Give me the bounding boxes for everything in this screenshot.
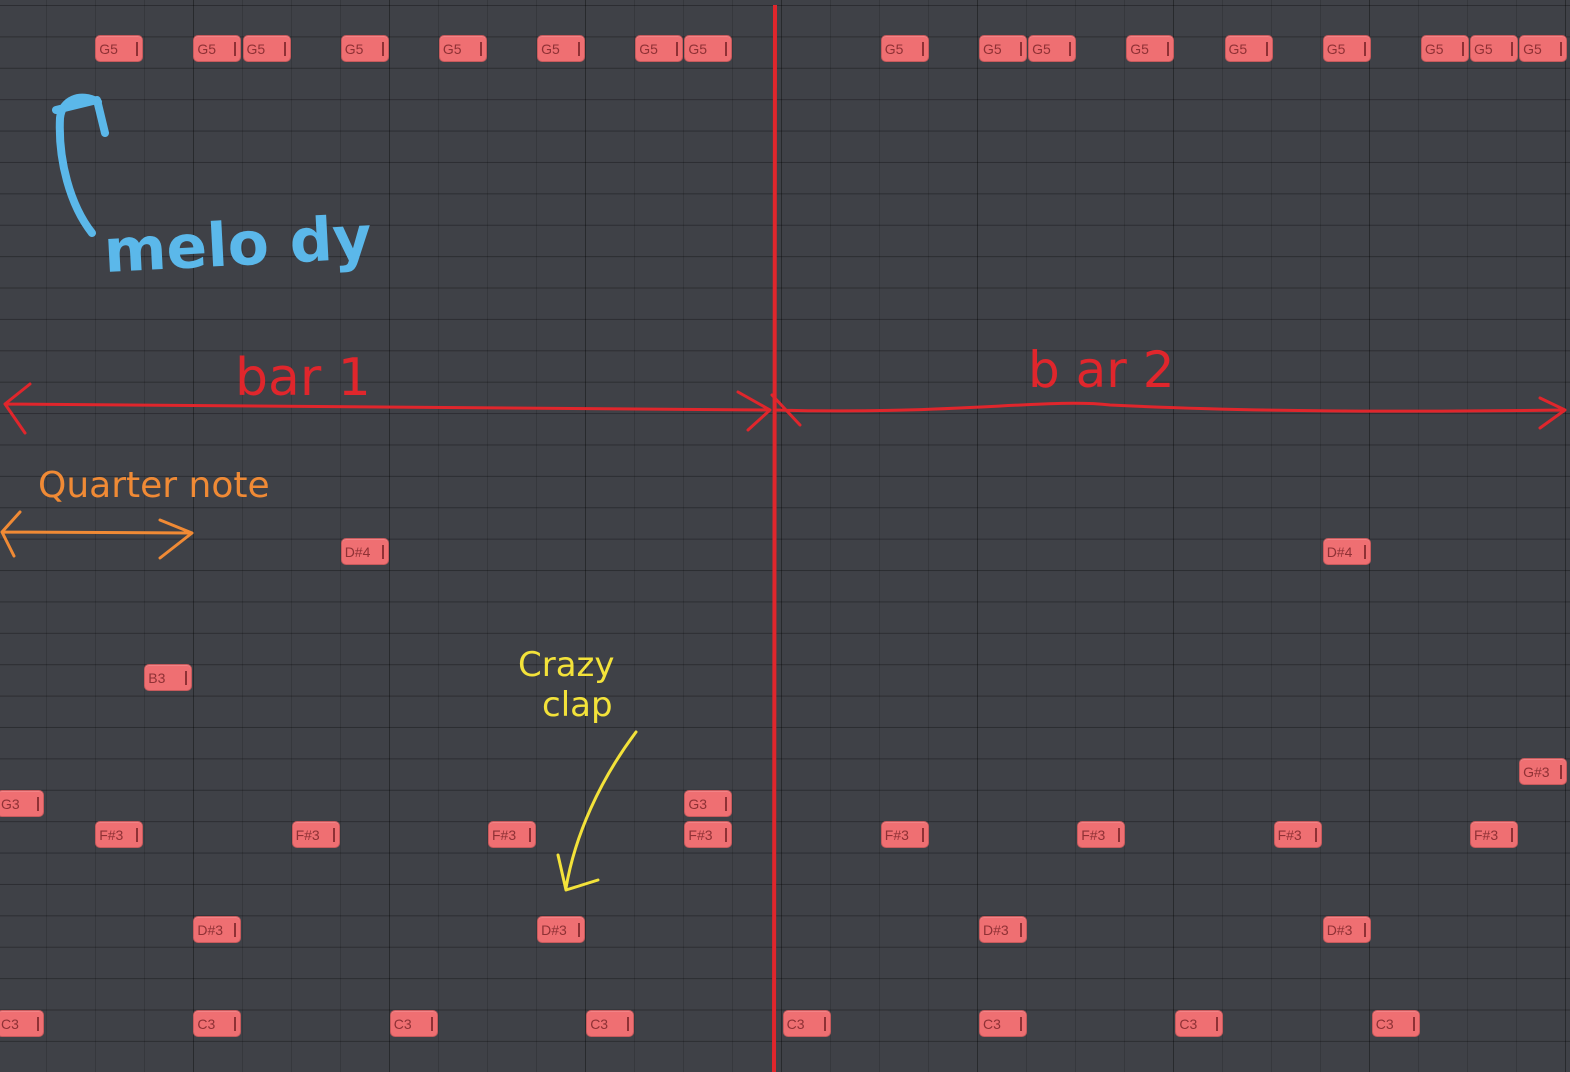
bar1-span-arrow-icon [3,382,772,435]
melody-annotation: melo dy [102,203,373,287]
bar-divider-line [772,4,777,1072]
melody-arrow-icon [52,93,109,237]
bar2-span-arrow-icon [770,393,1567,430]
bar1-annotation: bar 1 [235,348,371,408]
quarter-note-annotation: Quarter note [38,465,270,506]
crazy-clap-arrow-icon [556,730,638,892]
crazy-clap-annotation-line2: clap [542,685,613,725]
bar2-annotation: b ar 2 [1028,341,1175,399]
crazy-clap-annotation-line1: Crazy [518,645,615,685]
handwritten-annotations: melo dy bar 1 b ar 2 Quarter note Crazy … [0,4,1567,1072]
quarter-note-arrow-icon [0,510,194,560]
